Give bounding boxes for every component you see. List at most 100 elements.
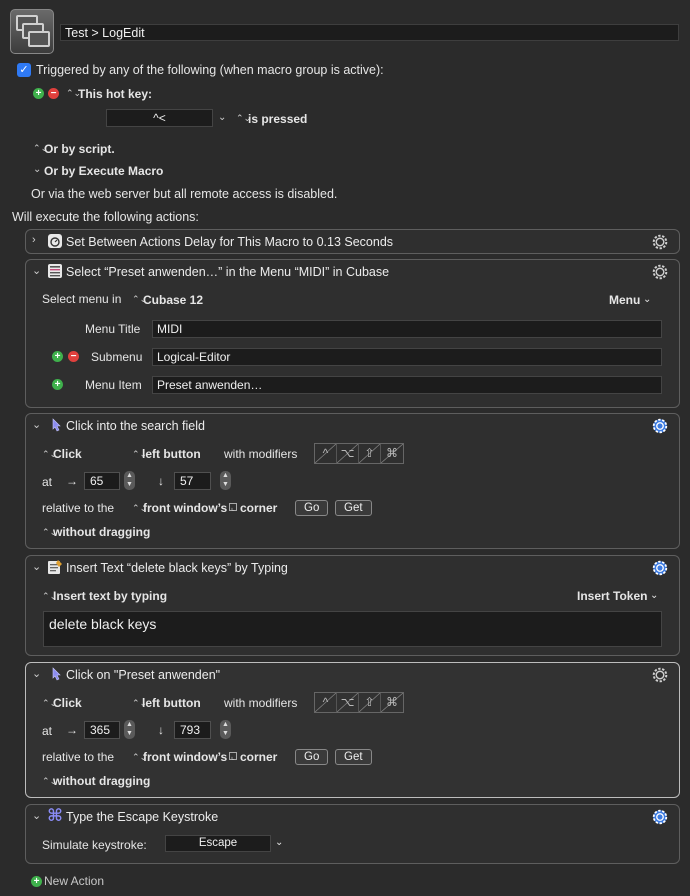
y-stepper[interactable]: ▲ ▼ — [220, 720, 231, 739]
at-label: at — [42, 724, 53, 738]
corner-label: corner — [240, 501, 278, 515]
click-pointer-icon — [52, 667, 61, 681]
remove-trigger-icon[interactable]: − — [48, 88, 59, 99]
gear-icon[interactable] — [651, 263, 669, 281]
option-key-toggle[interactable]: ⌥ — [337, 693, 359, 712]
submenu-field[interactable]: Logical-Editor — [152, 348, 662, 366]
action-title: Type the Escape Keystroke — [66, 810, 219, 824]
front-window-selector[interactable]: front window’s — [143, 750, 227, 764]
gear-icon[interactable] — [651, 666, 669, 684]
disclosure-down-icon[interactable]: ⌄ — [32, 667, 41, 680]
arrow-down-icon: ↓ — [158, 474, 164, 488]
chevron-down-icon[interactable]: ⌄ — [650, 590, 658, 601]
add-menu-item-icon[interactable]: + — [52, 379, 63, 390]
web-server-label: Or via the web server but all remote acc… — [31, 187, 338, 201]
action-select-menu[interactable]: ⌄ Select “Preset anwenden…” in the Menu … — [25, 259, 680, 408]
by-script-label[interactable]: Or by script. — [44, 142, 115, 156]
action-type-escape[interactable]: ⌄ ⌘ Type the Escape Keystroke Simulate k… — [25, 804, 680, 864]
get-button[interactable]: Get — [335, 500, 372, 516]
hotkey-field[interactable]: ^< — [106, 109, 213, 127]
insert-mode-selector[interactable]: Insert text by typing — [53, 589, 167, 603]
command-key-toggle[interactable]: ⌘ — [381, 444, 403, 463]
gear-icon[interactable] — [651, 233, 669, 251]
corner-selector-icon[interactable]: ⌞ — [229, 752, 237, 761]
chevron-down-icon[interactable]: ⌄ — [275, 837, 283, 848]
corner-label: corner — [240, 750, 278, 764]
y-coordinate-field[interactable]: 57 — [174, 472, 211, 490]
action-click-search[interactable]: ⌄ Click into the search field ⌃⌄ Click ⌃… — [25, 413, 680, 549]
action-delay[interactable]: › Set Between Actions Delay for This Mac… — [25, 229, 680, 254]
shift-key-toggle[interactable]: ⇧ — [359, 693, 381, 712]
disclosure-right-icon[interactable]: › — [32, 234, 36, 246]
disclosure-down-icon[interactable]: ⌄ — [32, 560, 41, 573]
action-click-preset[interactable]: ⌄ Click on "Preset anwenden" ⌃⌄ Click ⌃⌄… — [25, 662, 680, 798]
macro-name-field[interactable]: Test > LogEdit — [60, 24, 679, 41]
add-submenu-icon[interactable]: + — [52, 351, 63, 362]
modifier-keys[interactable]: ^ ⌥ ⇧ ⌘ — [314, 443, 404, 464]
menu-dropdown[interactable]: Menu — [609, 293, 640, 307]
chevron-down-icon[interactable]: ⌄ — [218, 112, 226, 123]
x-stepper[interactable]: ▲ ▼ — [124, 720, 135, 739]
menu-title-field[interactable]: MIDI — [152, 320, 662, 338]
with-modifiers-label: with modifiers — [224, 447, 298, 461]
front-window-selector[interactable]: front window’s — [143, 501, 227, 515]
action-insert-text[interactable]: ⌄ Insert Text “delete black keys” by Typ… — [25, 555, 680, 656]
text-to-insert-field[interactable]: delete black keys — [43, 611, 662, 647]
shift-key-toggle[interactable]: ⇧ — [359, 444, 381, 463]
x-stepper[interactable]: ▲ ▼ — [124, 471, 135, 490]
gear-icon[interactable] — [651, 417, 669, 435]
click-pointer-icon — [52, 418, 61, 432]
gear-icon[interactable] — [651, 808, 669, 826]
go-button[interactable]: Go — [295, 749, 329, 765]
get-button[interactable]: Get — [335, 749, 372, 765]
disclosure-down-icon[interactable]: ⌄ — [32, 809, 41, 822]
remove-submenu-icon[interactable]: − — [68, 351, 79, 362]
arrow-down-icon: ↓ — [158, 723, 164, 737]
menu-title-label: Menu Title — [85, 322, 141, 336]
select-menu-in-label: Select menu in — [42, 292, 122, 306]
mouse-button-selector[interactable]: left button — [142, 447, 201, 461]
command-key-toggle[interactable]: ⌘ — [381, 693, 403, 712]
click-type-selector[interactable]: Click — [53, 447, 82, 461]
option-key-toggle[interactable]: ⌥ — [337, 444, 359, 463]
by-execute-label[interactable]: Or by Execute Macro — [44, 164, 163, 178]
gear-icon[interactable] — [651, 559, 669, 577]
corner-selector-icon[interactable]: ⌞ — [229, 503, 237, 512]
relative-to-label: relative to the — [42, 501, 115, 515]
macro-icon[interactable] — [10, 9, 54, 54]
insert-token-dropdown[interactable]: Insert Token — [577, 589, 647, 603]
new-action-button[interactable]: New Action — [44, 874, 104, 888]
with-modifiers-label: with modifiers — [224, 696, 298, 710]
click-type-selector[interactable]: Click — [53, 696, 82, 710]
control-key-toggle[interactable]: ^ — [315, 444, 337, 463]
y-coordinate-field[interactable]: 793 — [174, 721, 211, 739]
disclosure-down-icon[interactable]: ⌄ — [32, 418, 41, 431]
action-title: Select “Preset anwenden…” in the Menu “M… — [66, 265, 390, 279]
menu-item-label: Menu Item — [85, 378, 142, 392]
disclosure-down-icon[interactable]: ⌄ — [32, 264, 41, 277]
app-selector[interactable]: Cubase 12 — [143, 293, 203, 307]
hotkey-state[interactable]: is pressed — [248, 112, 307, 126]
hotkey-label[interactable]: This hot key: — [78, 87, 152, 101]
new-action-icon[interactable]: + — [31, 876, 42, 887]
dragging-selector[interactable]: without dragging — [53, 774, 150, 788]
modifier-keys[interactable]: ^ ⌥ ⇧ ⌘ — [314, 692, 404, 713]
action-title: Click on "Preset anwenden" — [66, 668, 221, 682]
keystroke-field[interactable]: Escape — [165, 835, 271, 852]
x-coordinate-field[interactable]: 65 — [84, 472, 120, 490]
y-stepper[interactable]: ▲ ▼ — [220, 471, 231, 490]
menu-item-field[interactable]: Preset anwenden… — [152, 376, 662, 394]
mouse-button-selector[interactable]: left button — [142, 696, 201, 710]
at-label: at — [42, 475, 53, 489]
arrow-right-icon: → — [66, 723, 78, 737]
dragging-selector[interactable]: without dragging — [53, 525, 150, 539]
command-key-icon: ⌘ — [47, 806, 63, 825]
add-trigger-icon[interactable]: + — [33, 88, 44, 99]
x-coordinate-field[interactable]: 365 — [84, 721, 120, 739]
control-key-toggle[interactable]: ^ — [315, 693, 337, 712]
go-button[interactable]: Go — [295, 500, 329, 516]
arrow-right-icon: → — [66, 474, 78, 488]
chevron-down-icon[interactable]: ⌄ — [33, 164, 41, 175]
trigger-checkbox[interactable]: ✓ — [17, 63, 31, 77]
chevron-down-icon[interactable]: ⌄ — [643, 294, 651, 305]
